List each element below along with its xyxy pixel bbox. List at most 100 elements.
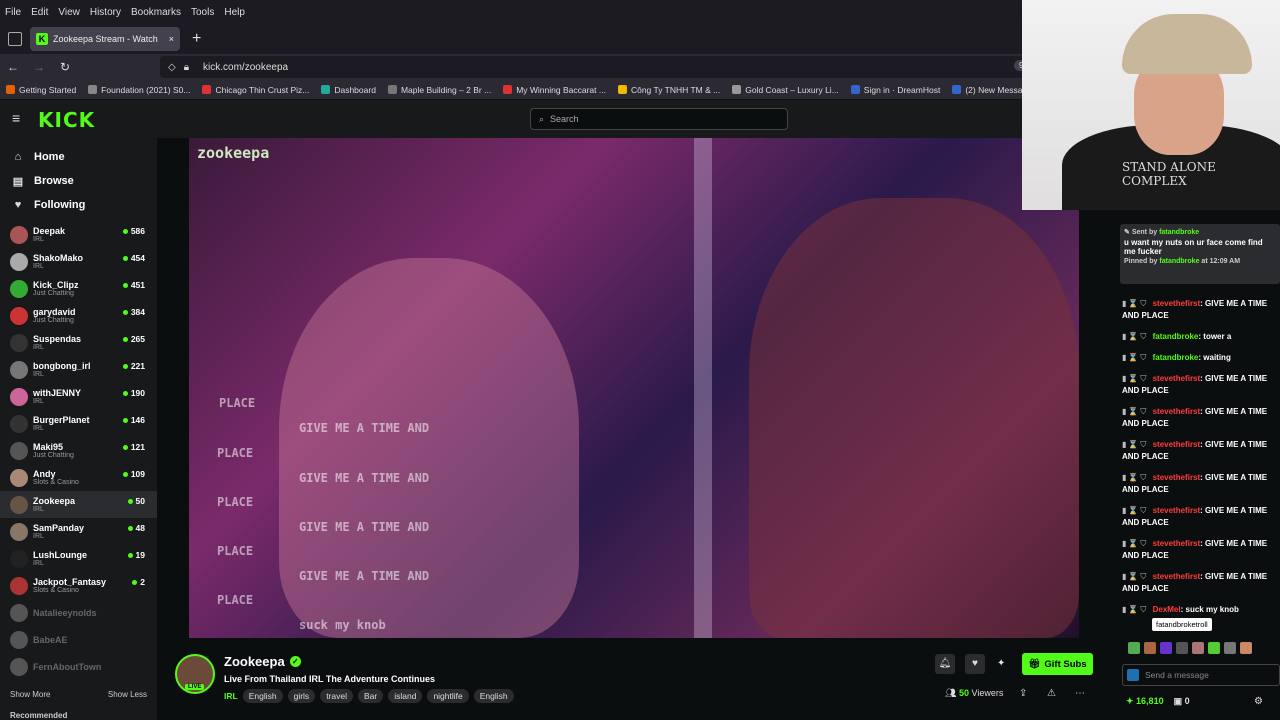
sidebar-channel[interactable]: Suspendas IRL 265 xyxy=(0,329,157,356)
bookmark-item[interactable]: Gold Coast – Luxury Li... xyxy=(726,85,845,95)
stream-tag[interactable]: girls xyxy=(287,689,316,703)
sidebar-channel[interactable]: Deepak IRL 586 xyxy=(0,221,157,248)
more-options-icon[interactable]: ⋯ xyxy=(1075,688,1085,699)
sidebar-channel[interactable]: garydavid Just Chatting 384 xyxy=(0,302,157,329)
menu-item-history[interactable]: History xyxy=(85,7,126,18)
show-more-button[interactable]: Show More xyxy=(10,690,50,699)
chat-username[interactable]: fatandbroke xyxy=(1153,353,1199,362)
menu-item-tools[interactable]: Tools xyxy=(186,7,219,18)
mod-actions-icon[interactable]: ▮⌛⛉ xyxy=(1122,440,1153,449)
kick-logo[interactable]: KICK xyxy=(38,108,95,132)
notification-bell-icon[interactable]: 🔔︎ xyxy=(935,654,955,674)
mod-actions-icon[interactable]: ▮⌛⛉ xyxy=(1122,299,1153,308)
bookmark-item[interactable]: Getting Started xyxy=(0,85,82,95)
stream-tag[interactable]: nightlife xyxy=(427,689,469,703)
pinned-sender[interactable]: fatandbroke xyxy=(1159,229,1199,236)
bookmark-item[interactable]: Sign in · DreamHost xyxy=(845,85,947,95)
address-bar[interactable]: ◇ 🔒︎ kick.com/zookeepa 90% ☆ xyxy=(160,56,1080,78)
chat-username[interactable]: stevethefirst xyxy=(1153,506,1201,515)
gift-subs-button[interactable]: 🎁︎ Gift Subs xyxy=(1022,653,1093,675)
chat-username[interactable]: stevethefirst xyxy=(1153,539,1201,548)
mod-actions-icon[interactable]: ▮⌛⛉ xyxy=(1122,506,1153,515)
sidebar-channel[interactable]: FernAboutTown xyxy=(0,653,157,680)
stream-tag[interactable]: English xyxy=(473,689,514,703)
sidebar-channel[interactable]: BabeAE xyxy=(0,626,157,653)
mod-actions-icon[interactable]: ▮⌛⛉ xyxy=(1122,353,1153,362)
follow-heart-icon[interactable]: ♥ xyxy=(965,654,985,674)
sidebar-channel[interactable]: Maki95 Just Chatting 121 xyxy=(0,437,157,464)
bookmark-item[interactable]: Dashboard xyxy=(315,85,382,95)
mod-actions-icon[interactable]: ▮⌛⛉ xyxy=(1122,332,1153,341)
shield-icon[interactable]: ◇ xyxy=(168,62,176,73)
sidebar-channel[interactable]: LushLounge IRL 19 xyxy=(0,545,157,572)
sidebar-channel[interactable]: Jackpot_Fantasy Slots & Casino 2 xyxy=(0,572,157,599)
share-icon[interactable]: ⇪ xyxy=(1019,688,1027,699)
stream-tag[interactable]: Bar xyxy=(357,689,384,703)
chat-input[interactable]: Send a message xyxy=(1122,664,1280,686)
video-player[interactable]: zookeepa PLACE GIVE ME A TIME AND PLACE GIV… xyxy=(189,138,1079,638)
chat-username[interactable]: DexMel xyxy=(1153,605,1181,614)
chat-username[interactable]: stevethefirst xyxy=(1153,374,1201,383)
sidebar-channel[interactable]: bongbong_irl IRL 221 xyxy=(0,356,157,383)
menu-item-view[interactable]: View xyxy=(53,7,85,18)
emote-icon[interactable] xyxy=(1176,642,1188,654)
mod-actions-icon[interactable]: ▮⌛⛉ xyxy=(1122,572,1153,581)
emote-icon[interactable] xyxy=(1192,642,1204,654)
menu-item-edit[interactable]: Edit xyxy=(26,7,53,18)
chat-username[interactable]: stevethefirst xyxy=(1153,440,1201,449)
stream-tag[interactable]: English xyxy=(242,689,283,703)
sidebar-channel[interactable]: Natalieeynolds xyxy=(0,599,157,626)
bookmark-item[interactable]: Công Ty TNHH TM & ... xyxy=(612,85,726,95)
back-icon[interactable]: ← xyxy=(0,60,26,74)
mod-actions-icon[interactable]: ▮⌛⛉ xyxy=(1122,539,1153,548)
chat-username[interactable]: stevethefirst xyxy=(1153,572,1201,581)
bookmark-item[interactable]: Foundation (2021) S0... xyxy=(82,85,196,95)
emote-icon[interactable] xyxy=(1144,642,1156,654)
menu-icon[interactable]: ≡ xyxy=(12,111,26,125)
mod-actions-icon[interactable]: ▮⌛⛉ xyxy=(1122,374,1153,383)
stream-tag[interactable]: island xyxy=(388,689,423,703)
chat-settings-icon[interactable]: ⚙ xyxy=(1254,696,1263,707)
chat-username[interactable]: stevethefirst xyxy=(1153,299,1201,308)
sidebar-channel[interactable]: BurgerPlanet IRL 146 xyxy=(0,410,157,437)
sidebar-nav-home[interactable]: ⌂ Home xyxy=(0,145,157,169)
mod-actions-icon[interactable]: ▮⌛⛉ xyxy=(1122,407,1153,416)
emote-icon[interactable] xyxy=(1240,642,1252,654)
menu-item-file[interactable]: File xyxy=(0,7,26,18)
clip-icon[interactable]: ✦ xyxy=(997,658,1005,669)
bookmark-item[interactable]: Maple Building – 2 Br ... xyxy=(382,85,497,95)
search-input[interactable]: ⌕ Search xyxy=(530,108,788,130)
menu-item-bookmarks[interactable]: Bookmarks xyxy=(126,7,186,18)
chat-username[interactable]: fatandbroke xyxy=(1153,332,1199,341)
reload-icon[interactable]: ↻ xyxy=(52,60,78,74)
sidebar-channel[interactable]: Zookeepa IRL 50 xyxy=(0,491,157,518)
sidebar-channel[interactable]: Andy Slots & Casino 109 xyxy=(0,464,157,491)
tab-list-icon[interactable] xyxy=(8,32,22,46)
subs-count[interactable]: ▣ 0 xyxy=(1174,696,1190,707)
sidebar-nav-following[interactable]: ♥ Following xyxy=(0,193,157,217)
sidebar-channel[interactable]: ShakoMako IRL 454 xyxy=(0,248,157,275)
bookmark-item[interactable]: Chicago Thin Crust Piz... xyxy=(196,85,315,95)
mod-actions-icon[interactable]: ▮⌛⛉ xyxy=(1122,473,1153,482)
new-tab-button[interactable]: + xyxy=(192,30,201,48)
sidebar-channel[interactable]: withJENNY IRL 190 xyxy=(0,383,157,410)
forward-icon[interactable]: → xyxy=(26,60,52,74)
show-less-button[interactable]: Show Less xyxy=(108,690,147,699)
chat-username[interactable]: stevethefirst xyxy=(1153,473,1201,482)
pinned-by-user[interactable]: fatandbroke xyxy=(1159,258,1199,265)
chat-username[interactable]: stevethefirst xyxy=(1153,407,1201,416)
tab-close-icon[interactable]: × xyxy=(169,34,174,44)
sidebar-channel[interactable]: SamPanday IRL 48 xyxy=(0,518,157,545)
bookmark-item[interactable]: My Winning Baccarat ... xyxy=(497,85,612,95)
channel-points[interactable]: ✦ 16,810 xyxy=(1126,696,1164,707)
lock-icon[interactable]: 🔒︎ xyxy=(184,62,189,73)
sidebar-channel[interactable]: Kick_Clipz Just Chatting 451 xyxy=(0,275,157,302)
streamer-name[interactable]: Zookeepa xyxy=(224,654,285,669)
emote-icon[interactable] xyxy=(1224,642,1236,654)
sidebar-nav-browse[interactable]: ▤ Browse xyxy=(0,169,157,193)
emote-icon[interactable] xyxy=(1208,642,1220,654)
mod-actions-icon[interactable]: ▮⌛⛉ xyxy=(1122,605,1153,614)
browser-tab-active[interactable]: K Zookeepa Stream - Watch × xyxy=(30,27,180,51)
stream-tag[interactable]: travel xyxy=(320,689,353,703)
report-icon[interactable]: ⚠ xyxy=(1047,688,1056,699)
